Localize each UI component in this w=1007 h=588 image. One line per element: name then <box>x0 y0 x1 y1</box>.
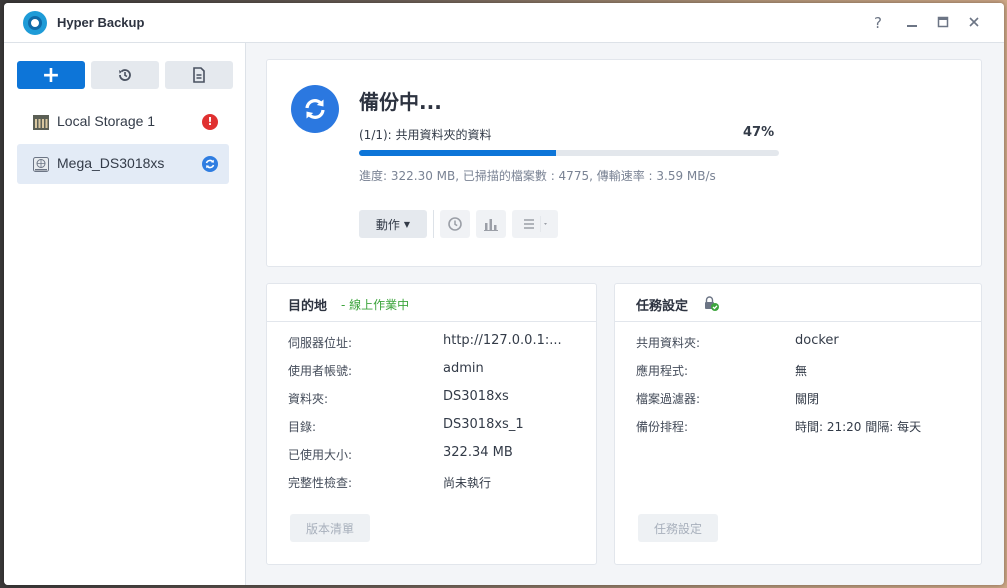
backup-schedule-label: 備份排程: <box>636 420 689 434</box>
task-item-mega-ds3018xs[interactable]: Mega_DS3018xs <box>17 144 229 184</box>
hyper-backup-window: Hyper Backup ? + Local Storage 1 ! Mega_… <box>4 3 1004 585</box>
title-bar: Hyper Backup ? <box>4 3 1004 43</box>
integrity-check-value: 尚未執行 <box>443 476 492 490</box>
directory-label: 目錄: <box>288 420 317 434</box>
add-task-button[interactable]: + <box>17 61 85 89</box>
backup-schedule-value: 時間: 21:20 間隔: 每天 <box>795 420 922 434</box>
version-history-button[interactable] <box>91 61 159 89</box>
task-label: Local Storage 1 <box>57 113 156 129</box>
action-label: 動作 <box>375 217 400 232</box>
folder-value: DS3018xs <box>443 389 509 404</box>
file-filter-value: 關閉 <box>795 392 820 406</box>
task-settings-card: 任務設定 共用資料夾: docker 應用程式: 無 檔案過濾器: 關閉 備份排… <box>614 283 982 565</box>
backup-progress-card: 備份中... (1/1): 共用資料夾的資料 47% 進度: 322.30 MB… <box>266 59 982 267</box>
action-dropdown-button[interactable]: 動作 ▼ <box>359 210 427 238</box>
restore-button[interactable] <box>440 210 470 238</box>
minimize-button[interactable] <box>902 13 922 33</box>
cloud-server-icon <box>33 157 49 172</box>
destination-title: 目的地 <box>288 299 328 314</box>
window-title: Hyper Backup <box>57 15 145 30</box>
bar-chart-icon <box>484 219 498 231</box>
shared-folder-value: docker <box>795 333 839 348</box>
task-settings-header: 任務設定 <box>615 284 981 322</box>
destination-card: 目的地 - 線上作業中 伺服器位址: http://127.0.0.1:... … <box>266 283 597 565</box>
task-label: Mega_DS3018xs <box>57 155 165 171</box>
close-button[interactable] <box>964 13 984 33</box>
help-button[interactable]: ? <box>868 13 888 33</box>
storage-device-icon <box>33 115 49 130</box>
task-settings-button[interactable]: 任務設定 <box>638 514 718 542</box>
hyper-backup-app-icon <box>23 11 47 35</box>
maximize-icon <box>937 16 949 28</box>
task-item-local-storage[interactable]: Local Storage 1 ! <box>17 102 229 142</box>
running-status-icon <box>202 156 218 172</box>
maximize-button[interactable] <box>933 13 953 33</box>
progress-detail: 進度: 322.30 MB, 已掃描的檔案數 : 4775, 傳輸速率 : 3.… <box>359 169 716 183</box>
more-options-button[interactable] <box>512 210 558 238</box>
application-label: 應用程式: <box>636 364 689 378</box>
backup-percent: 47% <box>743 125 775 140</box>
backup-current-task: (1/1): 共用資料夾的資料 <box>359 128 492 142</box>
shared-folder-label: 共用資料夾: <box>636 336 701 350</box>
destination-status: - 線上作業中 <box>341 298 410 312</box>
caret-down-icon: ▼ <box>403 219 411 229</box>
server-address-value: http://127.0.0.1:... <box>443 333 562 348</box>
server-address-label: 伺服器位址: <box>288 336 353 350</box>
application-value: 無 <box>795 364 808 378</box>
sync-icon <box>291 85 339 133</box>
document-icon <box>193 67 205 83</box>
backup-log-button[interactable] <box>165 61 233 89</box>
toolbar-divider <box>433 210 434 238</box>
statistics-button[interactable] <box>476 210 506 238</box>
history-icon <box>119 69 131 81</box>
sidebar: + Local Storage 1 ! Mega_DS3018xs <box>4 43 246 585</box>
backup-status-title: 備份中... <box>359 90 442 114</box>
integrity-check-label: 完整性檢查: <box>288 476 353 490</box>
username-value: admin <box>443 361 484 376</box>
progress-fill <box>359 150 557 156</box>
username-label: 使用者帳號: <box>288 364 353 378</box>
list-menu-icon <box>524 216 547 232</box>
close-icon <box>969 17 979 27</box>
used-size-value: 322.34 MB <box>443 445 513 460</box>
used-size-label: 已使用大小: <box>288 448 353 462</box>
destination-header: 目的地 - 線上作業中 <box>267 284 596 322</box>
version-list-button[interactable]: 版本清單 <box>290 514 370 542</box>
directory-value: DS3018xs_1 <box>443 417 524 432</box>
task-settings-title: 任務設定 <box>636 299 689 314</box>
minimize-icon <box>907 25 917 27</box>
progress-bar <box>359 150 779 156</box>
error-status-icon: ! <box>202 114 218 130</box>
file-filter-label: 檔案過濾器: <box>636 392 701 406</box>
restore-clock-icon <box>448 217 462 231</box>
lock-check-icon <box>705 296 719 311</box>
folder-label: 資料夾: <box>288 392 329 406</box>
